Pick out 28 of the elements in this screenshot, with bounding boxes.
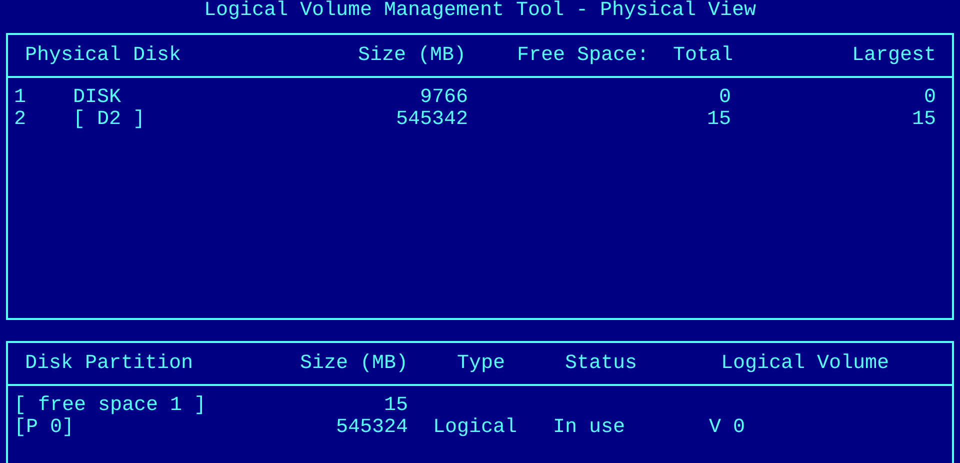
column-header: Type bbox=[457, 352, 506, 374]
column-header: Physical Disk bbox=[25, 44, 182, 66]
disk-number: 1 bbox=[14, 87, 28, 109]
partition-name[interactable]: [P 0] bbox=[14, 417, 300, 439]
column-header: Logical Volume bbox=[721, 352, 890, 374]
free-largest: 0 bbox=[922, 87, 936, 109]
column-header: Size (MB) bbox=[300, 352, 408, 374]
free-largest: 15 bbox=[910, 109, 936, 131]
disk-name[interactable]: [ D2 ] bbox=[73, 109, 350, 131]
disk-size: 9766 bbox=[418, 87, 468, 109]
partition-size: 545324 bbox=[334, 417, 408, 439]
disk-size: 545342 bbox=[394, 109, 468, 131]
partition-name[interactable]: [ free space 1 ] bbox=[14, 395, 300, 417]
partition-status: In use bbox=[553, 416, 626, 439]
window-title: Logical Volume Management Tool - Physical View bbox=[202, 0, 758, 22]
column-header: Status bbox=[565, 352, 638, 374]
free-total: 15 bbox=[706, 109, 731, 131]
column-header: Disk Partition bbox=[25, 352, 194, 374]
column-header: Size (MB) bbox=[356, 44, 466, 66]
free-total: 0 bbox=[718, 87, 731, 109]
disk-number: 2 bbox=[14, 109, 28, 131]
column-header: Free Space: bbox=[517, 44, 650, 66]
disk-name[interactable]: DISK bbox=[73, 87, 350, 109]
partition-size: 15 bbox=[382, 395, 408, 417]
column-header: Largest bbox=[850, 44, 936, 66]
logical-volume: V 0 bbox=[709, 416, 746, 439]
partition-type: Logical bbox=[433, 416, 518, 439]
column-header: Total bbox=[673, 44, 731, 66]
